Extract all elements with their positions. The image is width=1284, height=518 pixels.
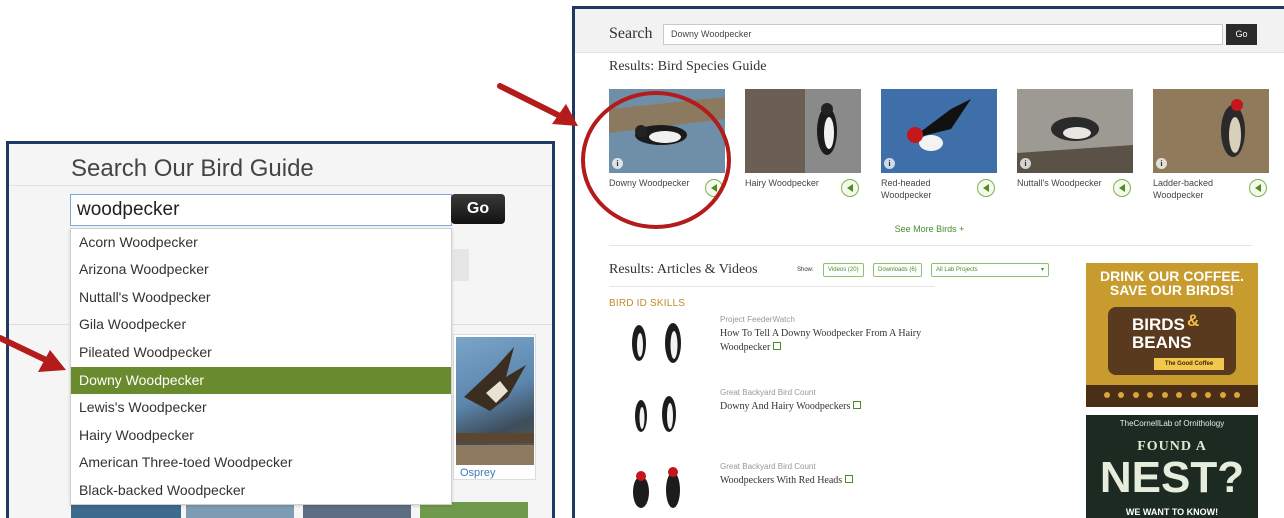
ad-subline: WE WANT TO KNOW! (1125, 507, 1219, 517)
go-button[interactable]: Go (451, 194, 505, 224)
found-a-nest-ad[interactable]: TheCornellLab of Ornithology FOUND A NES… (1086, 415, 1258, 518)
suggestion-item[interactable]: Black-backed Woodpecker (71, 477, 451, 504)
search-input[interactable]: woodpecker (70, 194, 452, 226)
play-sound-icon[interactable] (841, 179, 859, 197)
article-title-text[interactable]: How To Tell A Downy Woodpecker From A Ha… (720, 328, 921, 353)
arrow-icon (0, 335, 66, 372)
see-more-birds-link[interactable]: See More Birds + (575, 224, 1284, 234)
ad-headline: DRINK OUR COFFEE. (1100, 268, 1244, 284)
bird-photo[interactable] (745, 89, 861, 173)
bird-name[interactable]: Hairy Woodpecker (745, 177, 835, 189)
ad-brand-text: & (1187, 311, 1200, 330)
article-source: Project FeederWatch (720, 315, 795, 324)
suggestion-item[interactable]: Lewis's Woodpecker (71, 394, 451, 421)
bird-photo[interactable] (881, 89, 997, 173)
external-link-icon[interactable] (845, 475, 854, 483)
chevron-down-icon: ▾ (1040, 267, 1044, 273)
bird-result-red-headed-woodpecker[interactable]: i Red-headed Woodpecker (881, 89, 1017, 207)
bird-photo[interactable] (1017, 89, 1133, 173)
page-title: Search Our Bird Guide (71, 155, 314, 182)
suggestion-item[interactable]: Arizona Woodpecker (71, 256, 451, 283)
bird-result-hairy-woodpecker[interactable]: Hairy Woodpecker (745, 89, 881, 207)
play-sound-icon[interactable] (1249, 179, 1267, 197)
coffee-bean-dots (1104, 392, 1240, 400)
external-link-icon[interactable] (773, 342, 782, 350)
article-item[interactable]: Great Backyard Bird Count Downy And Hair… (609, 388, 929, 446)
bird-card-osprey[interactable]: Osprey (453, 334, 536, 480)
downloads-filter-button[interactable]: Downloads (6) (873, 263, 922, 277)
article-source: Great Backyard Bird Count (720, 462, 816, 471)
divider (9, 185, 552, 186)
ad-brand-text: BIRDS (1132, 315, 1185, 334)
info-icon[interactable]: i (1156, 158, 1167, 169)
article-title[interactable]: How To Tell A Downy Woodpecker From A Ha… (720, 327, 930, 355)
external-link-icon[interactable] (853, 401, 862, 409)
article-thumbnail[interactable] (617, 315, 697, 367)
bird-name[interactable]: Red-headed Woodpecker (881, 177, 971, 201)
ad-footer (1086, 385, 1258, 407)
hidden-control (453, 249, 469, 281)
article-title[interactable]: Downy And Hairy Woodpeckers (720, 400, 930, 414)
search-input[interactable]: Downy Woodpecker (663, 24, 1223, 45)
article-thumbnail[interactable] (617, 388, 697, 440)
projects-filter-select[interactable]: All Lab Projects ▾ (931, 263, 1049, 277)
ad-headline-large: NEST? (1099, 453, 1245, 502)
suggestion-item[interactable]: Pileated Woodpecker (71, 339, 451, 366)
bird-guide-search-panel: Search Our Bird Guide woodpecker Go Ospr… (6, 141, 555, 518)
projects-filter-label: All Lab Projects (936, 267, 978, 273)
suggestion-item[interactable]: Hairy Woodpecker (71, 422, 451, 449)
play-sound-icon[interactable] (1113, 179, 1131, 197)
search-bar: Search Downy Woodpecker Go (575, 9, 1284, 53)
search-label: Search (609, 25, 653, 42)
article-title-text[interactable]: Downy And Hairy Woodpeckers (720, 401, 850, 412)
ad-headline: SAVE OUR BIRDS! (1109, 282, 1235, 298)
cornell-lab-logo: TheCornellLab of Ornithology (1119, 419, 1225, 428)
divider (609, 286, 935, 287)
videos-filter-button[interactable]: Videos (20) (823, 263, 864, 277)
search-results-panel: Search Downy Woodpecker Go Results: Bird… (572, 6, 1284, 518)
suggestion-item[interactable]: Nuttall's Woodpecker (71, 284, 451, 311)
ad-tagline: The Good Coffee (1154, 358, 1224, 370)
articles-results-heading: Results: Articles & Videos (609, 262, 758, 277)
info-icon[interactable]: i (1020, 158, 1031, 169)
article-item[interactable]: Great Backyard Bird Count Woodpeckers Wi… (609, 462, 929, 518)
species-results-heading: Results: Bird Species Guide (609, 59, 767, 74)
suggestion-item-selected[interactable]: Downy Woodpecker (71, 367, 451, 394)
bird-name[interactable]: Ladder-backed Woodpecker (1153, 177, 1243, 201)
osprey-photo (456, 337, 534, 465)
bird-name[interactable]: Nuttall's Woodpecker (1017, 177, 1107, 189)
article-thumbnail[interactable] (617, 462, 697, 514)
go-button[interactable]: Go (1226, 24, 1257, 45)
article-source: Great Backyard Bird Count (720, 388, 816, 397)
bird-card-label[interactable]: Osprey (460, 467, 495, 479)
ad-brand-text: BEANS (1132, 333, 1192, 352)
arrow-icon (497, 83, 578, 126)
bird-result-nuttalls-woodpecker[interactable]: i Nuttall's Woodpecker (1017, 89, 1153, 207)
birds-and-beans-ad[interactable]: DRINK OUR COFFEE. SAVE OUR BIRDS! BIRDS … (1086, 263, 1258, 407)
show-label: Show: (797, 267, 814, 273)
bird-photo[interactable] (1153, 89, 1269, 173)
article-title[interactable]: Woodpeckers With Red Heads (720, 474, 930, 488)
suggestion-item[interactable]: American Three-toed Woodpecker (71, 449, 451, 476)
info-icon[interactable]: i (884, 158, 895, 169)
highlight-circle (581, 91, 731, 229)
article-item[interactable]: Project FeederWatch How To Tell A Downy … (609, 315, 929, 373)
suggestion-item[interactable]: Acorn Woodpecker (71, 229, 451, 256)
play-sound-icon[interactable] (977, 179, 995, 197)
article-title-text[interactable]: Woodpeckers With Red Heads (720, 475, 842, 486)
bird-result-ladder-backed-woodpecker[interactable]: i Ladder-backed Woodpecker (1153, 89, 1284, 207)
autocomplete-dropdown: Acorn Woodpecker Arizona Woodpecker Nutt… (70, 228, 452, 505)
divider (609, 245, 1252, 246)
section-heading: BIRD ID SKILLS (609, 298, 686, 309)
suggestion-item[interactable]: Gila Woodpecker (71, 311, 451, 338)
